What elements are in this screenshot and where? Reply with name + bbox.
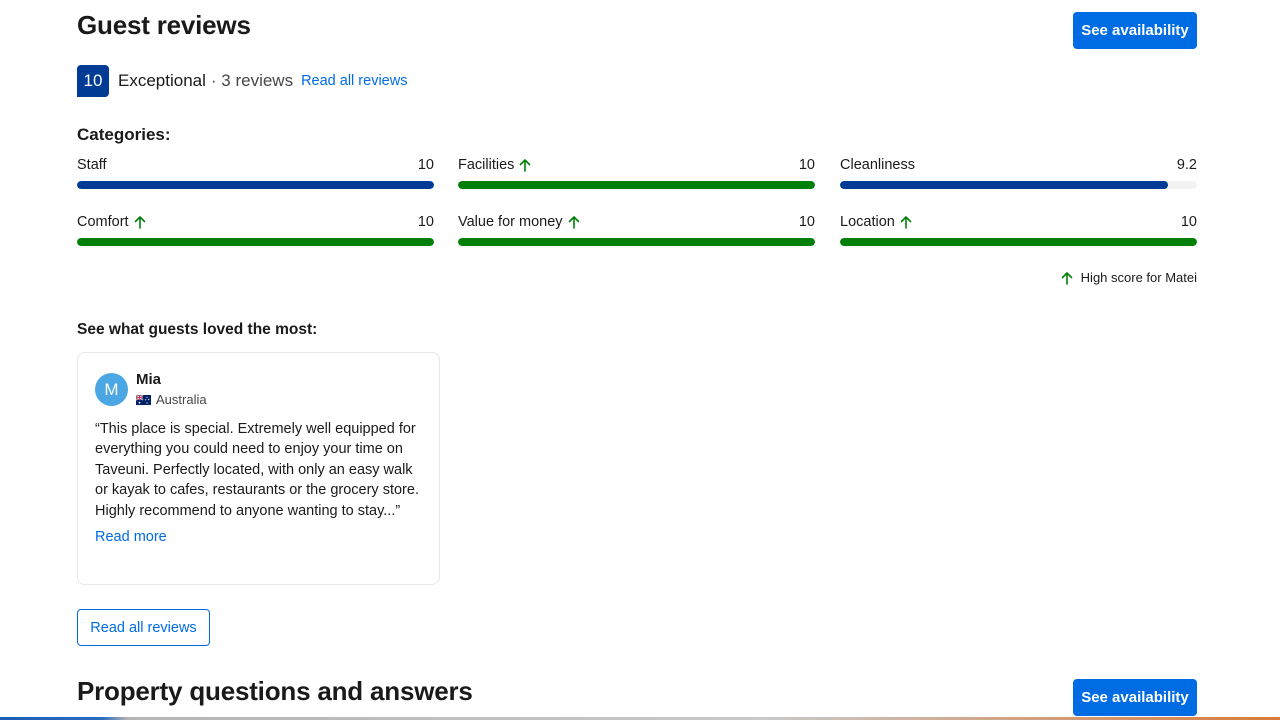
category-comfort: Comfort 10 xyxy=(77,212,434,246)
review-card: M Mia Australia “This place is special. … xyxy=(77,352,440,585)
category-name: Comfort xyxy=(77,214,129,230)
read-all-reviews-link[interactable]: Read all reviews xyxy=(301,73,407,89)
score-bar-fill xyxy=(77,181,434,189)
score-bar xyxy=(840,238,1197,246)
score-bar-fill xyxy=(458,181,815,189)
category-name: Value for money xyxy=(458,214,563,230)
arrow-up-icon xyxy=(134,216,145,229)
reviewer-info: M Mia Australia xyxy=(95,371,423,407)
category-cleanliness: Cleanliness 9.2 xyxy=(840,155,1197,189)
arrow-up-icon xyxy=(1061,271,1072,285)
category-facilities: Facilities 10 xyxy=(458,155,815,189)
property-qa-title: Property questions and answers xyxy=(77,676,473,706)
score-bar xyxy=(458,181,815,189)
review-count: · 3 reviews xyxy=(210,71,294,90)
arrow-up-icon xyxy=(900,216,912,229)
category-score: 10 xyxy=(417,214,434,230)
score-bar-fill xyxy=(840,181,1169,189)
category-location: Location 10 xyxy=(840,212,1197,246)
see-availability-button[interactable]: See availability xyxy=(1073,12,1197,49)
score-bar-fill xyxy=(77,238,434,246)
guests-loved-heading: See what guests loved the most: xyxy=(77,321,318,338)
rating-word: Exceptional xyxy=(118,71,206,90)
category-score: 10 xyxy=(798,214,815,230)
category-name: Facilities xyxy=(458,157,515,173)
category-staff: Staff 10 xyxy=(77,155,434,189)
high-score-text: High score for Matei xyxy=(1080,270,1197,285)
category-score: 10 xyxy=(798,157,815,173)
read-more-link[interactable]: Read more xyxy=(95,529,167,545)
high-score-note: High score for Matei xyxy=(1060,270,1197,285)
score-bar xyxy=(840,181,1197,189)
category-value-for-money: Value for money 10 xyxy=(458,212,815,246)
country-name: Australia xyxy=(156,392,207,407)
category-score: 10 xyxy=(1180,214,1197,230)
categories-heading: Categories: xyxy=(77,125,171,144)
score-bar xyxy=(77,238,434,246)
category-name: Cleanliness xyxy=(840,157,915,173)
avatar: M xyxy=(95,373,128,406)
score-bar-fill xyxy=(458,238,815,246)
score-bar xyxy=(77,181,434,189)
reviewer-country: Australia xyxy=(136,392,207,407)
score-bar xyxy=(458,238,815,246)
see-availability-button-bottom[interactable]: See availability xyxy=(1073,679,1197,716)
score-badge: 10 xyxy=(77,65,109,97)
arrow-up-icon xyxy=(568,216,579,229)
australia-flag-icon xyxy=(136,394,151,405)
category-score: 9.2 xyxy=(1176,157,1197,173)
rating-summary: 10 Exceptional · 3 reviews Read all revi… xyxy=(77,65,407,97)
reviewer-name: Mia xyxy=(136,371,162,388)
read-all-reviews-button[interactable]: Read all reviews xyxy=(77,609,210,646)
arrow-up-icon xyxy=(520,159,531,172)
review-text: “This place is special. Extremely well e… xyxy=(95,421,419,519)
guest-reviews-title: Guest reviews xyxy=(77,10,251,40)
category-score: 10 xyxy=(417,157,434,173)
category-name: Location xyxy=(840,214,895,230)
category-name: Staff xyxy=(77,157,107,173)
score-bar-fill xyxy=(840,238,1197,246)
